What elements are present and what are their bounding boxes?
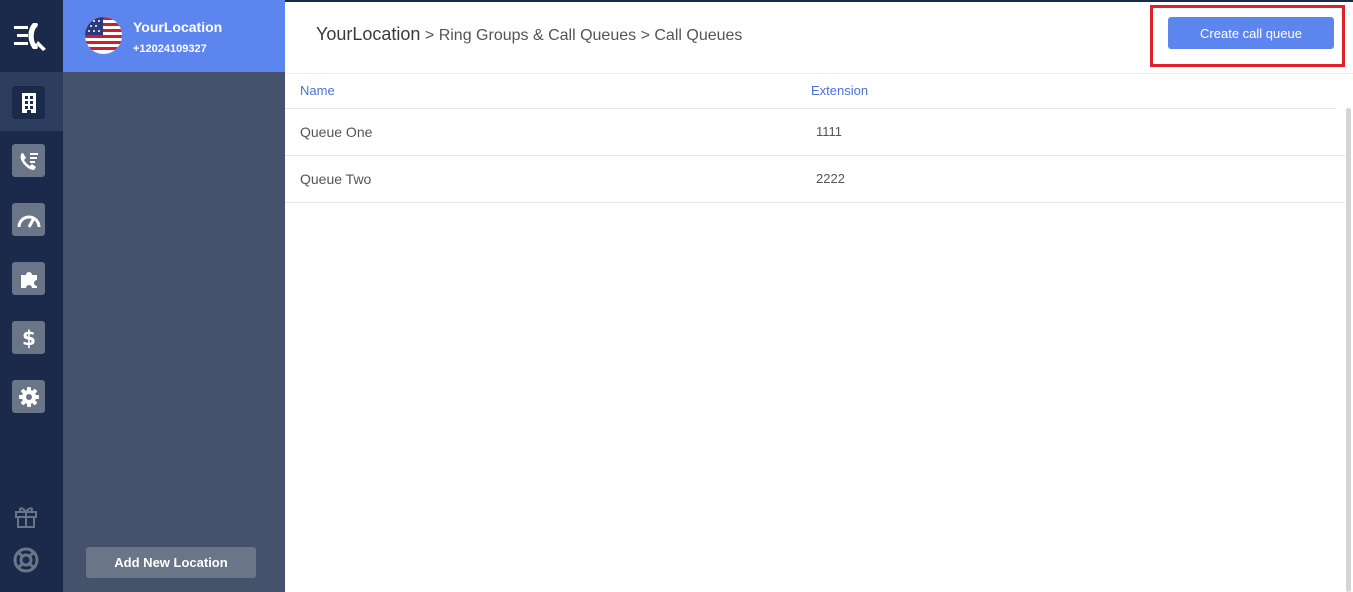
queue-name: Queue Two: [300, 171, 372, 187]
dollar-icon: $: [22, 326, 36, 350]
location-panel: YourLocation +12024109327 Add New Locati…: [63, 0, 285, 592]
breadcrumb-ring-groups[interactable]: Ring Groups & Call Queues: [439, 27, 636, 44]
location-phone: +12024109327: [133, 43, 207, 55]
queue-extension: 1111: [816, 124, 843, 139]
rail-item-dashboard[interactable]: [12, 203, 45, 236]
breadcrumb-separator: >: [424, 27, 435, 44]
rail-item-settings[interactable]: [12, 380, 45, 413]
queue-extension: 2222: [816, 171, 845, 186]
rail-item-rewards[interactable]: [12, 502, 40, 530]
speedometer-icon: [17, 215, 40, 228]
logo-icon: [13, 23, 46, 51]
table-row[interactable]: Queue Two 2222: [285, 156, 1345, 203]
column-header-name[interactable]: Name: [300, 83, 335, 98]
header-divider: [285, 73, 1353, 74]
queue-name: Queue One: [300, 124, 373, 140]
rail-item-calls[interactable]: [12, 144, 45, 177]
location-name: YourLocation: [133, 19, 223, 35]
app: $ YourLocation +12024109327 Add New Loca…: [0, 0, 1353, 592]
vertical-scrollbar[interactable]: [1346, 108, 1351, 592]
rail-item-locations[interactable]: [12, 86, 45, 119]
location-item-active[interactable]: YourLocation +12024109327: [63, 0, 285, 72]
building-icon: [21, 92, 36, 113]
gift-icon: [15, 507, 37, 528]
rail-item-integrations[interactable]: [12, 262, 45, 295]
column-header-extension[interactable]: Extension: [811, 83, 868, 98]
puzzle-icon: [20, 271, 37, 288]
table-row[interactable]: Queue One 1111: [285, 109, 1345, 156]
breadcrumb-root[interactable]: YourLocation: [316, 24, 420, 44]
create-call-queue-button[interactable]: Create call queue: [1168, 17, 1334, 49]
us-flag-icon: [85, 17, 122, 54]
breadcrumb-separator: >: [640, 27, 650, 44]
rail-item-billing[interactable]: $: [12, 321, 45, 354]
top-border: [285, 0, 1353, 2]
breadcrumb: YourLocation > Ring Groups & Call Queues…: [316, 24, 742, 45]
breadcrumb-current: Call Queues: [654, 27, 743, 44]
rail-item-help[interactable]: [12, 546, 40, 574]
gear-icon: [18, 386, 39, 407]
add-new-location-button[interactable]: Add New Location: [86, 547, 256, 578]
main-content: YourLocation > Ring Groups & Call Queues…: [285, 0, 1353, 592]
phone-list-icon: [20, 152, 38, 170]
lifebuoy-icon: [13, 547, 39, 573]
app-logo[interactable]: [0, 0, 63, 72]
svg-text:$: $: [22, 326, 36, 350]
icon-rail: $: [0, 0, 63, 592]
